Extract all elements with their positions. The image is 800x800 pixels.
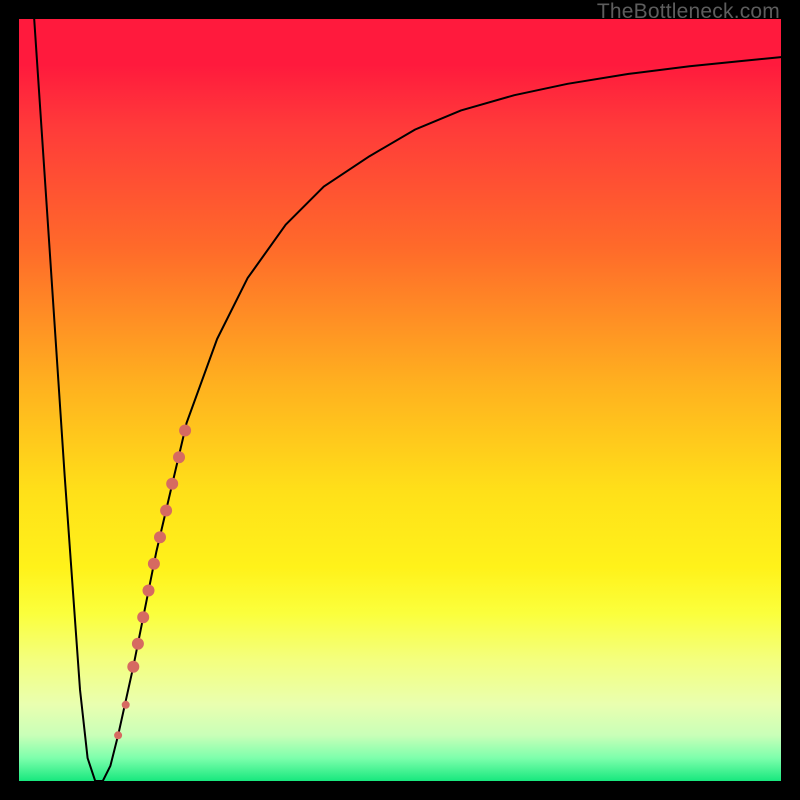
marker-dot: [143, 585, 155, 597]
marker-dot: [166, 478, 178, 490]
marker-dot: [148, 558, 160, 570]
bottleneck-chart-svg: [19, 19, 781, 781]
marker-dot: [137, 611, 149, 623]
marker-dot: [160, 505, 172, 517]
chart-frame: TheBottleneck.com: [0, 0, 800, 800]
marker-dot: [173, 451, 185, 463]
marker-dot: [132, 638, 144, 650]
plot-area: [19, 19, 781, 781]
marker-dot: [127, 661, 139, 673]
watermark-text: TheBottleneck.com: [597, 0, 780, 24]
marker-group: [114, 425, 191, 740]
marker-dot: [154, 531, 166, 543]
marker-dot: [122, 701, 130, 709]
bottleneck-curve: [34, 19, 781, 781]
marker-dot: [179, 425, 191, 437]
marker-dot: [114, 731, 122, 739]
